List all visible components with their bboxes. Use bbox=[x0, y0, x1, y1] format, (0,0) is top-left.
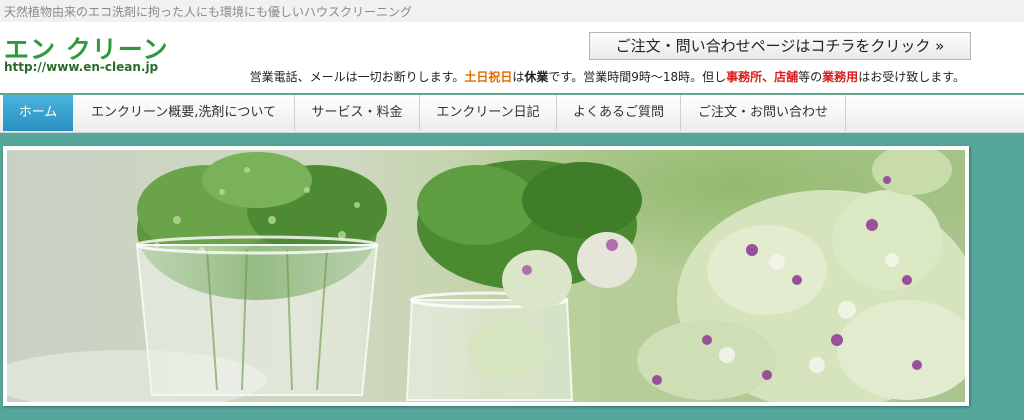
nav-item-contact[interactable]: ご注文・お問い合わせ bbox=[681, 95, 846, 131]
notice-text: です。営業時間9時～18時。但し bbox=[548, 70, 727, 84]
nav-item-diary[interactable]: エンクリーン日記 bbox=[420, 95, 557, 131]
site-tagline: 天然植物由来のエコ洗剤に拘った人にも環境にも優しいハウスクリーニング bbox=[4, 5, 413, 19]
main-nav: ホーム エンクリーン概要,洗剤について サービス・料金 エンクリーン日記 よくあ… bbox=[0, 95, 1024, 133]
nav-item-about[interactable]: エンクリーン概要,洗剤について bbox=[73, 95, 295, 131]
site-url: http://www.en-clean.jp bbox=[4, 60, 159, 74]
business-notice: 営業電話、メールは一切お断りします。土日祝日は休業です。営業時間9時～18時。但… bbox=[250, 68, 965, 85]
nav-item-faq[interactable]: よくあるご質問 bbox=[557, 95, 681, 131]
notice-text: はお受け致します。 bbox=[858, 70, 965, 84]
notice-text: 等の bbox=[798, 70, 823, 84]
notice-text: 営業電話、メールは一切お断りします。 bbox=[249, 70, 465, 84]
notice-office: 事務所、店舗 bbox=[726, 70, 799, 84]
contact-page-button[interactable]: ご注文・問い合わせページはコチラをクリック » bbox=[589, 32, 971, 60]
hero-image bbox=[3, 146, 969, 406]
notice-holidays: 土日祝日 bbox=[464, 70, 513, 84]
nav-item-services[interactable]: サービス・料金 bbox=[295, 95, 420, 131]
herbs-photo bbox=[7, 150, 965, 402]
notice-business: 業務用 bbox=[822, 70, 859, 84]
notice-text: は bbox=[512, 70, 525, 84]
nav-item-home[interactable]: ホーム bbox=[3, 95, 73, 131]
tagline-bar: 天然植物由来のエコ洗剤に拘った人にも環境にも優しいハウスクリーニング bbox=[0, 0, 1024, 22]
notice-closed: 休業 bbox=[524, 70, 549, 84]
